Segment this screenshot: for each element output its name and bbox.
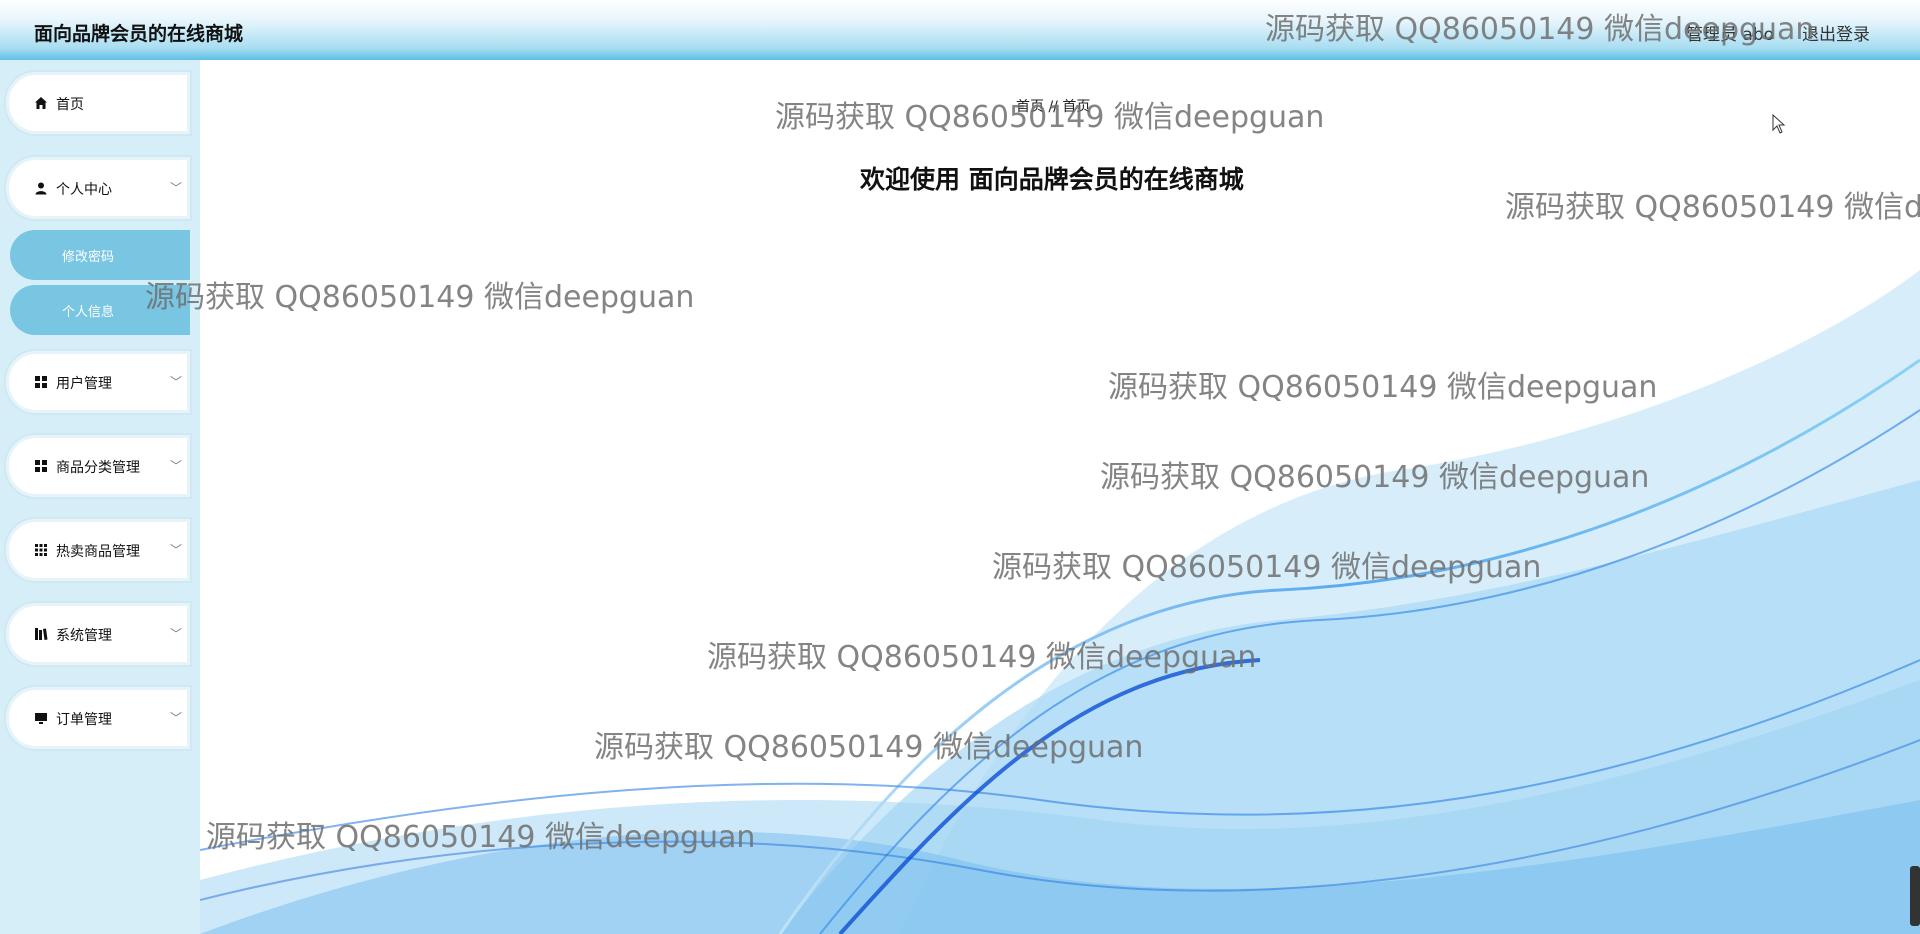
monitor-icon: [35, 713, 47, 724]
sidebar-item-label: 首页: [56, 97, 84, 113]
mouse-cursor-icon: [1772, 114, 1786, 134]
sidebar-item-label: 系统管理: [56, 628, 112, 644]
chevron-down-icon: ﹀: [170, 375, 183, 389]
welcome-heading: 欢迎使用 面向品牌会员的在线商城: [860, 165, 1244, 194]
app-title: 面向品牌会员的在线商城: [34, 23, 244, 45]
sidebar-subitem-label: 修改密码: [62, 250, 115, 265]
sidebar-item-system-management[interactable]: 系统管理 ﹀: [6, 603, 190, 665]
breadcrumb: 首页 // 首页: [1016, 96, 1090, 116]
sidebar-item-label: 订单管理: [56, 712, 112, 728]
breadcrumb-current: 首页: [1062, 99, 1091, 115]
chevron-down-icon: ﹀: [170, 181, 183, 195]
sidebar-item-label: 热卖商品管理: [56, 544, 140, 560]
chevron-down-icon: ﹀: [170, 459, 183, 473]
main-content: 首页 // 首页 欢迎使用 面向品牌会员的在线商城: [200, 60, 1920, 934]
chevron-down-icon: ﹀: [170, 711, 183, 725]
sidebar-item-hot-products[interactable]: 热卖商品管理 ﹀: [6, 519, 190, 581]
logout-button[interactable]: 退出登录: [1802, 20, 1870, 45]
current-user: 管理员 abo: [1686, 25, 1775, 45]
sidebar-item-home[interactable]: 首页: [6, 72, 190, 134]
sidebar-item-personal-center[interactable]: 个人中心 ﹀: [6, 157, 190, 219]
sidebar-subitem-personal-info[interactable]: 个人信息: [10, 285, 190, 335]
chevron-down-icon: ﹀: [170, 627, 183, 641]
scrollbar-handle[interactable]: [1910, 866, 1920, 926]
books-icon: [35, 628, 48, 640]
breadcrumb-separator: //: [1048, 99, 1058, 115]
sidebar-subitem-label: 个人信息: [62, 305, 115, 320]
chevron-down-icon: ﹀: [170, 543, 183, 557]
sidebar-item-order-management[interactable]: 订单管理 ﹀: [6, 687, 190, 749]
breadcrumb-home-link[interactable]: 首页: [1016, 99, 1044, 115]
apps-icon: [35, 544, 47, 556]
sidebar: 首页 个人中心 ﹀ 修改密码 个人信息 用户管理 ﹀ 商品分类管理 ﹀ 热卖商品…: [0, 60, 200, 934]
grid-icon: [35, 376, 47, 388]
sidebar-item-label: 个人中心: [56, 182, 112, 198]
top-header: 面向品牌会员的在线商城 管理员 abo 退出登录: [0, 0, 1920, 60]
grid-icon: [35, 460, 47, 472]
decorative-wave-background: [200, 270, 1920, 934]
sidebar-item-category-management[interactable]: 商品分类管理 ﹀: [6, 435, 190, 497]
sidebar-item-label: 用户管理: [56, 376, 112, 392]
sidebar-item-user-management[interactable]: 用户管理 ﹀: [6, 351, 190, 413]
sidebar-subitem-change-password[interactable]: 修改密码: [10, 230, 190, 280]
home-icon: [35, 97, 47, 109]
sidebar-item-label: 商品分类管理: [56, 460, 140, 476]
user-icon: [35, 182, 47, 195]
